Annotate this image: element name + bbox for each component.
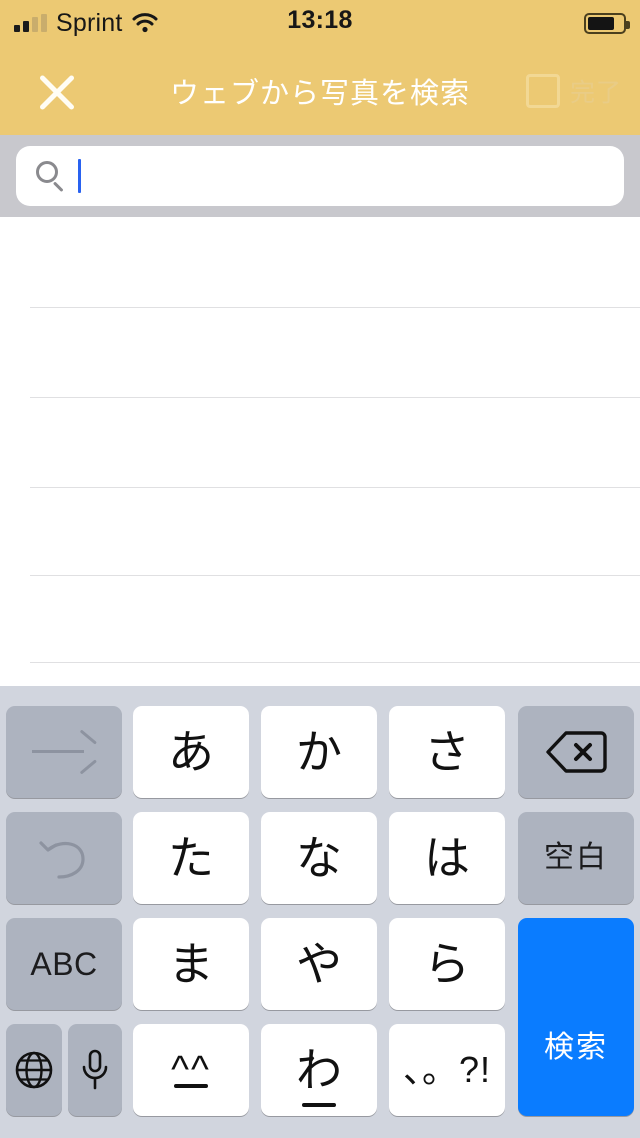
done-button[interactable]: 完了 [570, 73, 622, 109]
undo-key[interactable] [6, 812, 122, 904]
key-label: ま [168, 938, 214, 990]
list-item[interactable] [0, 487, 640, 488]
battery-icon [584, 13, 630, 34]
key-ya-row[interactable]: や [261, 918, 377, 1010]
key-ka-row[interactable]: か [261, 706, 377, 798]
key-ha-row[interactable]: は [389, 812, 505, 904]
key-ma-row[interactable]: ま [133, 918, 249, 1010]
microphone-icon [80, 1048, 110, 1092]
search-results-list[interactable] [0, 217, 640, 686]
list-item[interactable] [0, 397, 640, 398]
list-separator [30, 307, 640, 308]
punctuation-key[interactable]: 、。?! [389, 1024, 505, 1116]
key-label: 、。?! [402, 1049, 492, 1090]
list-separator [30, 487, 640, 488]
search-input[interactable] [16, 146, 624, 206]
emoticon-key[interactable]: ^^ [133, 1024, 249, 1116]
key-wa-row[interactable]: わ [261, 1024, 377, 1116]
status-bar-time: 13:18 [287, 6, 353, 34]
search-magnifier-icon [34, 160, 66, 193]
key-label: わ [296, 1044, 342, 1096]
key-label: な [296, 832, 342, 884]
dictation-key[interactable] [68, 1024, 122, 1116]
list-separator [30, 397, 640, 398]
globe-key[interactable] [6, 1024, 62, 1116]
abc-key[interactable]: ABC [6, 918, 122, 1010]
key-label: さ [424, 726, 470, 778]
key-label: あ [168, 726, 214, 778]
key-label: ^^ [171, 1049, 211, 1091]
globe-icon [14, 1050, 54, 1090]
key-label: 空白 [544, 841, 608, 874]
space-key[interactable]: 空白 [518, 812, 634, 904]
nav-bar-right-actions: 完了 [525, 46, 622, 135]
text-caret [78, 159, 81, 193]
key-sa-row[interactable]: さ [389, 706, 505, 798]
key-label: や [296, 938, 342, 990]
arrow-right-icon [32, 729, 97, 775]
key-label: か [296, 726, 342, 778]
checkbox-empty-icon[interactable] [525, 73, 560, 108]
status-bar: Sprint 13:18 [0, 0, 640, 46]
list-separator [30, 662, 640, 663]
list-separator [30, 575, 640, 576]
undo-arrow-icon [35, 833, 93, 883]
key-label: 検索 [544, 1031, 608, 1064]
delete-key[interactable] [518, 706, 634, 798]
japanese-kana-keyboard: あ か さ た な は 空白 ABC ま や ら 検索 ^^ わ 、。?! [0, 686, 640, 1138]
search-bar [0, 135, 640, 217]
phone-screen: Sprint 13:18 ウェブから写真を検索 完了 あ か さ た な は 空… [0, 0, 640, 1138]
key-na-row[interactable]: な [261, 812, 377, 904]
next-candidate-key[interactable] [6, 706, 122, 798]
key-label: は [424, 832, 470, 884]
key-ta-row[interactable]: た [133, 812, 249, 904]
delete-backspace-icon [545, 730, 607, 774]
key-label: ら [424, 938, 470, 990]
list-item[interactable] [0, 575, 640, 576]
navigation-bar: ウェブから写真を検索 完了 [0, 46, 640, 135]
key-a-row[interactable]: あ [133, 706, 249, 798]
search-key[interactable]: 検索 [518, 918, 634, 1116]
list-item[interactable] [0, 662, 640, 663]
key-label: ABC [30, 946, 98, 982]
key-label: た [168, 832, 214, 884]
key-ra-row[interactable]: ら [389, 918, 505, 1010]
list-item[interactable] [0, 307, 640, 308]
